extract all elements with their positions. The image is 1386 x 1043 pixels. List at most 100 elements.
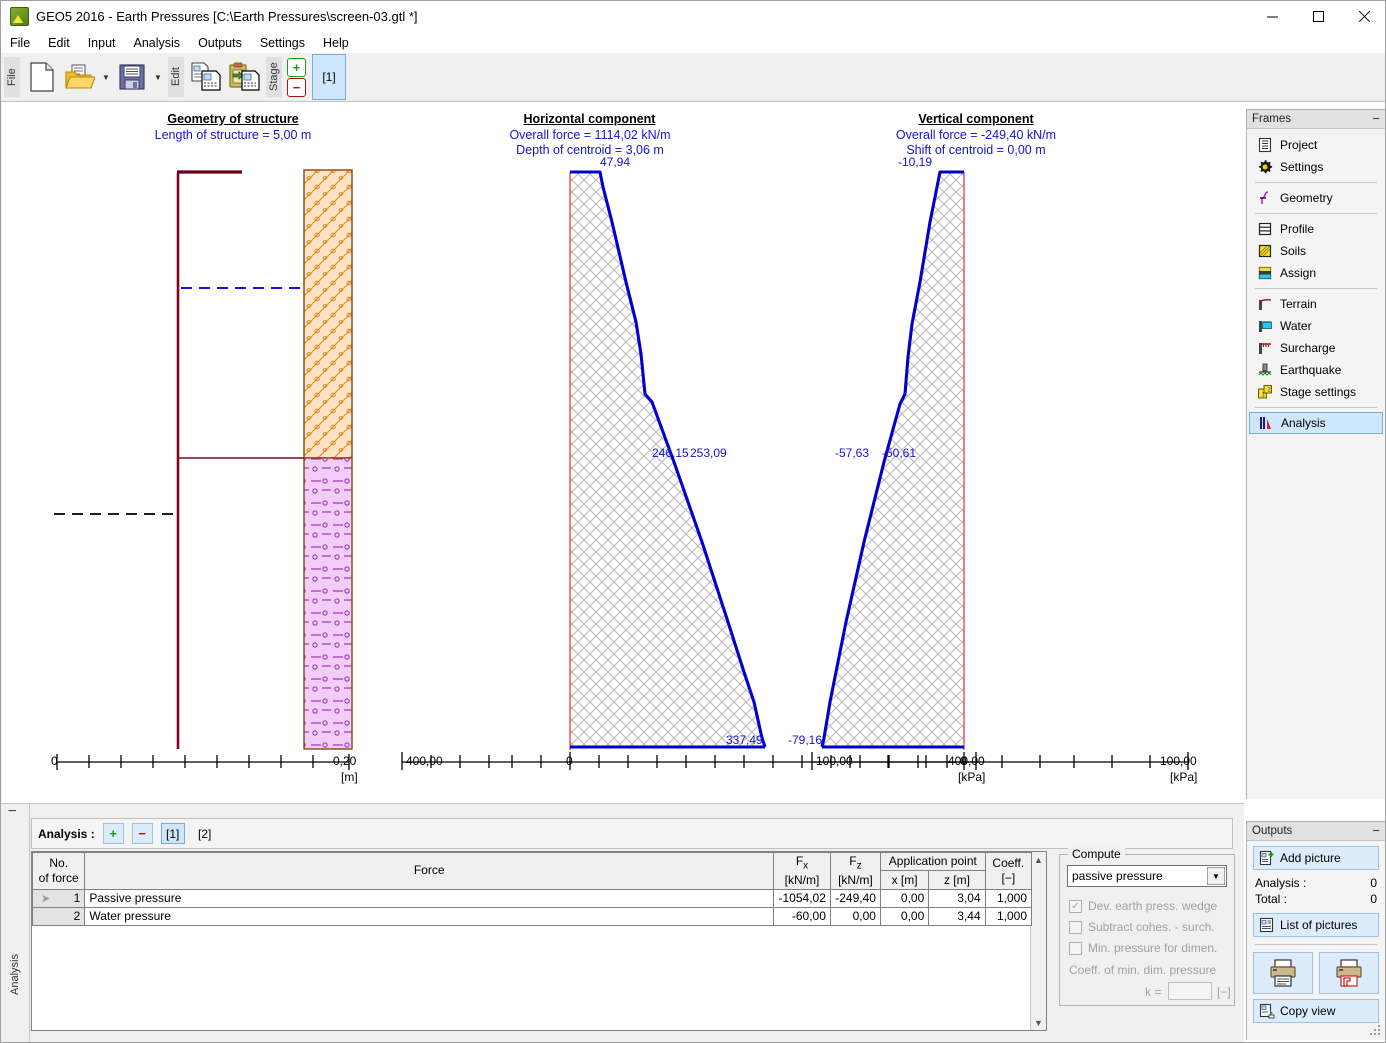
sidebar-item-soils[interactable]: Soils — [1247, 240, 1385, 262]
save-file-button[interactable] — [113, 57, 151, 97]
frames-minimize-icon[interactable]: − — [1372, 115, 1380, 123]
sidebar-item-earthquake[interactable]: Earthquake — [1247, 359, 1385, 381]
copy-button[interactable] — [187, 57, 225, 97]
terrain-icon — [1257, 296, 1273, 312]
remove-analysis-button[interactable]: − — [132, 823, 153, 844]
save-file-dropdown[interactable]: ▼ — [151, 57, 165, 97]
list-of-pictures-button[interactable]: List of pictures — [1253, 913, 1379, 937]
new-file-button[interactable] — [23, 57, 61, 97]
menu-help[interactable]: Help — [314, 34, 358, 52]
row1-coeff[interactable]: 1,000 — [985, 889, 1031, 907]
printer-icon — [1268, 958, 1298, 988]
compute-type-select[interactable]: passive pressure ▼ — [1067, 865, 1227, 887]
row2-no[interactable]: 2 — [33, 907, 85, 925]
scroll-up-icon[interactable]: ▲ — [1034, 852, 1043, 867]
open-file-dropdown[interactable]: ▼ — [99, 57, 113, 97]
checkbox-min-pressure-for-dimen[interactable]: Min. pressure for dimen. — [1069, 941, 1217, 955]
row2-force[interactable]: Water pressure — [85, 907, 774, 925]
graphics-canvas[interactable]: Geometry of structure Length of structur… — [2, 102, 1244, 802]
chevron-down-icon[interactable]: ▼ — [1207, 867, 1225, 885]
print-buttons-row — [1253, 952, 1379, 994]
vertical-line1: Overall force = -249,40 kN/m — [845, 128, 1107, 142]
table-row[interactable]: ➤ 1 Passive pressure -1054,02 -249,40 0,… — [33, 889, 1032, 907]
menu-edit[interactable]: Edit — [39, 34, 79, 52]
checkbox-dev-earth-press-wedge[interactable]: ✓ Dev. earth press. wedge — [1069, 899, 1217, 913]
maximize-button[interactable] — [1295, 1, 1341, 32]
floppy-save-icon — [118, 63, 146, 91]
print-button[interactable] — [1253, 952, 1313, 994]
remove-stage-button[interactable]: − — [287, 78, 306, 97]
stage-tab-1[interactable]: [1] — [312, 54, 346, 100]
paste-button[interactable] — [225, 57, 263, 97]
sidebar-item-analysis[interactable]: Analysis — [1249, 412, 1383, 434]
row1-fz[interactable]: -249,40 — [830, 889, 880, 907]
sidebar-separator-4 — [1255, 407, 1377, 408]
sidebar-item-profile[interactable]: Profile — [1247, 218, 1385, 240]
resize-grip-icon[interactable] — [1370, 1025, 1382, 1037]
menu-input[interactable]: Input — [79, 34, 125, 52]
analysis-tab-1[interactable]: [1] — [161, 823, 185, 844]
sidebar-item-terrain[interactable]: Terrain — [1247, 293, 1385, 315]
add-analysis-button[interactable]: + — [103, 823, 124, 844]
frames-panel: Frames − Project Settings — [1246, 109, 1386, 799]
menu-file[interactable]: File — [1, 34, 39, 52]
vertical-axis-ticks — [812, 752, 1188, 770]
checkbox-box-unchecked-2 — [1069, 942, 1082, 955]
forces-table-scrollbar[interactable]: ▲ ▼ — [1030, 852, 1046, 1030]
menu-analysis[interactable]: Analysis — [125, 34, 190, 52]
row1-no[interactable]: ➤ 1 — [33, 889, 85, 907]
frames-panel-header: Frames − — [1247, 110, 1385, 129]
row2-fz[interactable]: 0,00 — [830, 907, 880, 925]
sidebar-label-stage-settings: Stage settings — [1280, 385, 1356, 399]
row1-fx[interactable]: -1054,02 — [774, 889, 831, 907]
k-input[interactable] — [1168, 982, 1212, 1000]
row1-no-value: 1 — [74, 891, 81, 905]
close-button[interactable] — [1341, 1, 1386, 32]
sidebar-item-surcharge[interactable]: Surcharge — [1247, 337, 1385, 359]
sidebar-item-project[interactable]: Project — [1247, 134, 1385, 156]
sidebar-item-settings[interactable]: Settings — [1247, 156, 1385, 178]
add-picture-button[interactable]: Add picture — [1253, 846, 1379, 870]
row2-x[interactable]: 0,00 — [880, 907, 928, 925]
checkbox-subtract-cohes-surch[interactable]: Subtract cohes. - surch. — [1069, 920, 1215, 934]
table-row[interactable]: 2 Water pressure -60,00 0,00 0,00 3,44 1… — [33, 907, 1032, 925]
menu-settings[interactable]: Settings — [251, 34, 314, 52]
horizontal-mid-value-left: 246,15 — [652, 446, 689, 460]
sidebar-item-water[interactable]: Water — [1247, 315, 1385, 337]
outputs-minimize-icon[interactable]: − — [1372, 827, 1380, 835]
open-folder-icon — [65, 63, 95, 91]
header-coeff: Coeff. [−] — [985, 853, 1031, 890]
vertical-axis-min: -100,00 — [812, 754, 853, 768]
horizontal-axis-zero: 0 — [566, 754, 573, 768]
row1-force[interactable]: Passive pressure — [85, 889, 774, 907]
row2-fx[interactable]: -60,00 — [774, 907, 831, 925]
add-stage-button[interactable]: + — [287, 58, 306, 77]
print-preview-button[interactable] — [1319, 952, 1379, 994]
analysis-tab-2[interactable]: [2] — [193, 823, 217, 844]
gear-icon — [1257, 159, 1273, 175]
row-selector-icon: ➤ — [41, 892, 50, 905]
header-fz-line1: Fz — [835, 854, 876, 873]
sidebar-item-geometry[interactable]: Geometry — [1247, 187, 1385, 209]
sidebar-item-stage-settings[interactable]: 2 1 Stage settings — [1247, 381, 1385, 403]
menu-outputs[interactable]: Outputs — [189, 34, 251, 52]
row2-coeff[interactable]: 1,000 — [985, 907, 1031, 925]
sidebar-label-geometry: Geometry — [1280, 191, 1333, 205]
minimize-button[interactable] — [1249, 1, 1295, 32]
printer-preview-icon — [1334, 958, 1364, 988]
open-file-button[interactable] — [61, 57, 99, 97]
outputs-panel-header: Outputs − — [1247, 822, 1385, 841]
scroll-down-icon[interactable]: ▼ — [1034, 1015, 1043, 1030]
row1-x[interactable]: 0,00 — [880, 889, 928, 907]
copy-documents-icon — [190, 62, 222, 92]
bottom-panel: I Analysis Analysis : + − [1] [2] ▲ ▼ No… — [1, 803, 1244, 1043]
row1-z[interactable]: 3,04 — [929, 889, 985, 907]
coeff-min-dim-pressure-label: Coeff. of min. dim. pressure — [1069, 963, 1216, 977]
vertical-line2: Shift of centroid = 0,00 m — [845, 143, 1107, 157]
copy-view-button[interactable]: Copy view — [1253, 999, 1379, 1023]
analysis-icon — [1258, 415, 1274, 431]
row2-z[interactable]: 3,44 — [929, 907, 985, 925]
header-fx: Fx [kN/m] — [774, 853, 831, 890]
sidebar-item-assign[interactable]: Assign — [1247, 262, 1385, 284]
surcharge-icon — [1257, 340, 1273, 356]
